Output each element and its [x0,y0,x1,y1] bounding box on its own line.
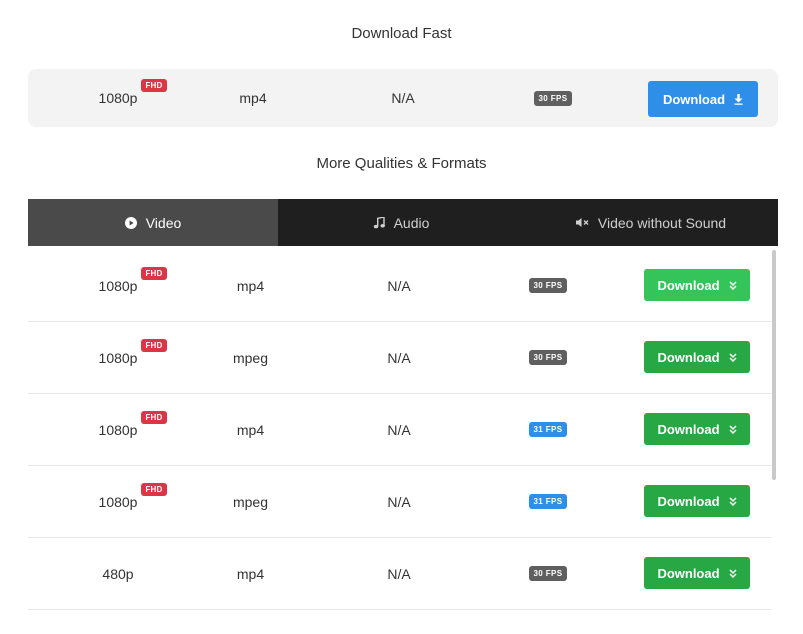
size-label: N/A [387,277,411,294]
music-note-icon [373,216,385,229]
list-item: 1080p FHD mp4 N/A 31 FPS Download [28,394,771,466]
fps-badge: 30 FPS [534,90,572,106]
download-fast-title: Download Fast [351,25,452,42]
tab-video-without-sound[interactable]: Video without Sound [524,199,778,246]
fhd-badge: FHD [141,338,167,352]
download-arrow-icon [734,93,743,105]
double-chevron-down-icon [729,424,737,434]
play-circle-icon [124,216,137,229]
mute-icon [575,217,589,228]
size-label: N/A [387,493,411,510]
quality-label: 480p [102,565,134,582]
fps-badge: 31 FPS [529,422,567,437]
fps-cell: 30 FPS [473,538,623,609]
fhd-badge: FHD [141,482,167,496]
size-label: N/A [387,421,411,438]
download-button[interactable]: Download [644,269,750,301]
size-label: N/A [387,565,411,582]
fhd-badge: FHD [141,79,167,92]
download-button-label: Download [657,493,720,509]
download-fast-button[interactable]: Download [648,81,758,117]
tab-video[interactable]: Video [28,199,278,246]
fast-size-label: N/A [391,90,415,106]
download-button[interactable]: Download [644,341,750,373]
tab-audio[interactable]: Audio [278,199,524,246]
download-fast-button-label: Download [662,91,726,107]
fhd-badge: FHD [141,410,167,424]
list-item: 480p mp4 N/A 30 FPS Download [28,538,771,610]
download-button[interactable]: Download [644,557,750,589]
fast-fps-cell: 30 FPS [478,69,628,127]
fps-cell: 31 FPS [473,466,623,537]
scrollbar[interactable] [772,250,776,480]
format-label: mpeg [232,493,269,510]
fps-badge: 30 FPS [529,350,567,365]
download-fast-panel: 1080p FHD mp4 N/A 30 FPS Download [28,69,778,127]
download-button-label: Download [657,565,720,581]
fast-quality-cell: 1080p FHD [28,69,208,127]
tab-audio-label: Audio [393,214,430,231]
quality-label: 1080p [98,349,138,366]
format-label: mpeg [232,349,269,366]
tab-video-label: Video [145,214,182,231]
tab-video-without-sound-label: Video without Sound [597,214,727,231]
double-chevron-down-icon [729,280,737,290]
format-label: mp4 [236,421,265,438]
fps-badge: 31 FPS [529,494,567,509]
format-label: mp4 [236,277,265,294]
download-button[interactable]: Download [644,485,750,517]
fps-cell: 30 FPS [473,250,623,321]
fps-badge: 30 FPS [529,278,567,293]
list-item: 1080p FHD mp4 N/A 30 FPS Download [28,250,771,322]
fps-cell: 31 FPS [473,394,623,465]
quality-label: 1080p [98,493,138,510]
fps-cell: 30 FPS [473,322,623,393]
list-item: 1080p FHD mpeg N/A 31 FPS Download [28,466,771,538]
fast-format-label: mp4 [239,90,267,106]
download-button-label: Download [657,277,720,293]
format-tabs: Video Audio Video without Sound [28,199,778,246]
fps-badge: 30 FPS [529,566,567,581]
quality-label: 1080p [98,421,138,438]
download-button-label: Download [657,349,720,365]
formats-list: 1080p FHD mp4 N/A 30 FPS Download 1080p … [28,250,771,610]
double-chevron-down-icon [729,496,737,506]
fhd-badge: FHD [141,266,167,280]
double-chevron-down-icon [729,352,737,362]
more-formats-title: More Qualities & Formats [316,155,487,172]
size-label: N/A [387,349,411,366]
download-button[interactable]: Download [644,413,750,445]
list-item: 1080p FHD mpeg N/A 30 FPS Download [28,322,771,394]
quality-label: 1080p [98,277,138,294]
double-chevron-down-icon [729,568,737,578]
fast-quality-label: 1080p [98,90,138,106]
format-label: mp4 [236,565,265,582]
download-button-label: Download [657,421,720,437]
